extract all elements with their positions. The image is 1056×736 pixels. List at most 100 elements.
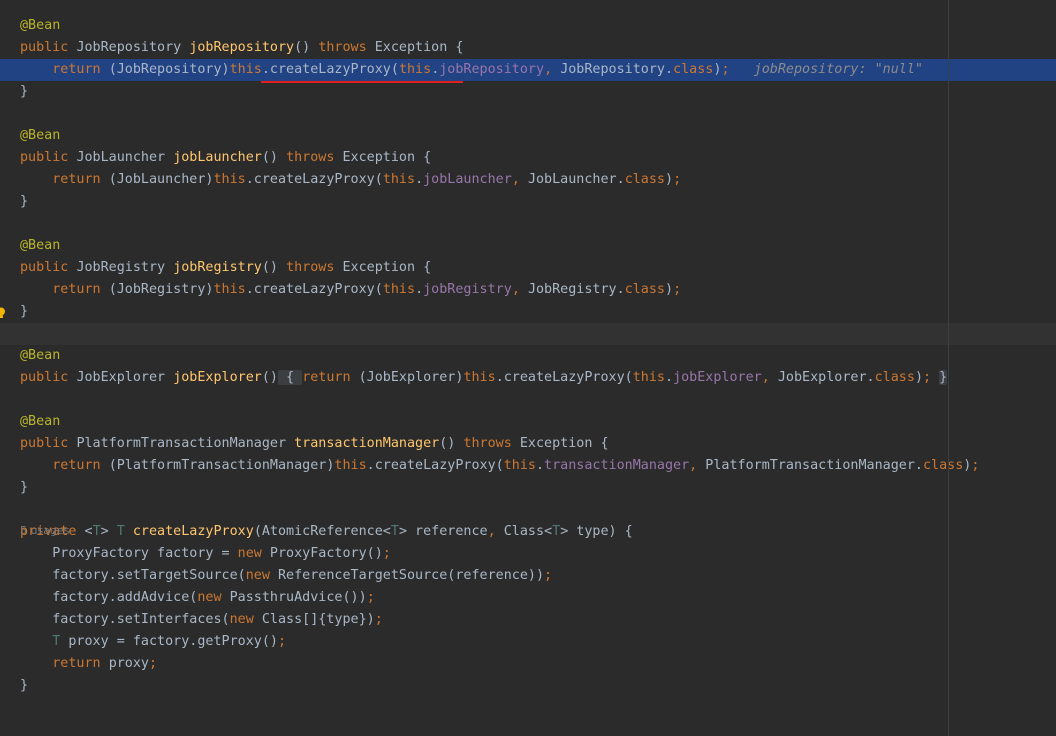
code-token: (PlatformTransactionManager) bbox=[108, 458, 335, 473]
code-token: ; bbox=[374, 612, 383, 627]
code-token: JobExplorer. bbox=[777, 370, 875, 385]
code-line[interactable]: } bbox=[0, 477, 1056, 499]
code-token: PassthruAdvice()) bbox=[229, 590, 367, 605]
code-token: PlatformTransactionManager bbox=[76, 436, 295, 451]
code-text: return (PlatformTransactionManager)this.… bbox=[20, 455, 979, 477]
code-token: this bbox=[398, 62, 432, 77]
lightbulb-icon[interactable] bbox=[0, 307, 6, 319]
code-line[interactable]: @Bean bbox=[0, 345, 1056, 367]
code-token: this bbox=[463, 370, 496, 385]
code-line[interactable]: } bbox=[0, 81, 1056, 103]
code-line[interactable]: factory.setInterfaces(new Class[]{type})… bbox=[0, 609, 1056, 631]
inline-debug-hint: jobRepository: "null" bbox=[753, 62, 923, 77]
code-line[interactable]: @Bean bbox=[0, 411, 1056, 433]
code-token: @Bean bbox=[20, 414, 61, 429]
code-token: public bbox=[20, 260, 77, 275]
code-line[interactable]: public JobLauncher jobLauncher() throws … bbox=[0, 147, 1056, 169]
code-token: @Bean bbox=[20, 128, 61, 143]
code-line[interactable]: return (JobRegistry)this.createLazyProxy… bbox=[0, 279, 1056, 301]
code-text: public JobRegistry jobRegistry() throws … bbox=[20, 257, 431, 279]
code-token: () bbox=[261, 370, 278, 385]
code-token: } bbox=[20, 480, 29, 495]
code-line[interactable]: } bbox=[0, 301, 1056, 323]
code-token: .createLazyProxy( bbox=[261, 62, 399, 77]
code-line[interactable]: public JobRegistry jobRegistry() throws … bbox=[0, 257, 1056, 279]
code-text: } bbox=[20, 81, 28, 103]
code-line[interactable]: T proxy = factory.getProxy(); bbox=[0, 631, 1056, 653]
code-token: jobRepository bbox=[439, 62, 545, 77]
code-line[interactable]: } bbox=[0, 675, 1056, 697]
code-line[interactable]: return (PlatformTransactionManager)this.… bbox=[0, 455, 1056, 477]
code-token: < bbox=[84, 524, 93, 539]
code-line[interactable]: ProxyFactory factory = new ProxyFactory(… bbox=[0, 543, 1056, 565]
code-token: jobLauncher bbox=[423, 172, 512, 187]
code-line[interactable]: private <T> T createLazyProxy(AtomicRefe… bbox=[0, 521, 1056, 543]
code-token: class bbox=[874, 370, 915, 385]
current-line[interactable]: return (JobRepository) this.createLazyPro… bbox=[0, 59, 1056, 81]
folded-code-region[interactable]: { bbox=[278, 370, 303, 385]
code-line[interactable]: public JobExplorer jobExplorer() { retur… bbox=[0, 367, 1056, 389]
code-token: ; bbox=[149, 656, 158, 671]
code-token: @Bean bbox=[20, 238, 61, 253]
code-line[interactable]: @Bean bbox=[0, 15, 1056, 37]
code-token: T bbox=[116, 524, 133, 539]
code-token: jobLauncher bbox=[173, 150, 262, 165]
code-token: transactionManager bbox=[544, 458, 690, 473]
code-token: this bbox=[632, 370, 665, 385]
caret-line[interactable] bbox=[0, 323, 1056, 345]
code-text: factory.setInterfaces(new Class[]{type})… bbox=[20, 609, 383, 631]
code-token: JobRepository bbox=[76, 40, 190, 55]
code-line[interactable]: factory.setTargetSource(new ReferenceTar… bbox=[0, 565, 1056, 587]
code-token: ; bbox=[721, 62, 730, 77]
code-token: Class< bbox=[503, 524, 553, 539]
folded-code-region[interactable]: } bbox=[939, 370, 948, 385]
code-line[interactable]: return (JobLauncher)this.createLazyProxy… bbox=[0, 169, 1056, 191]
code-token: return bbox=[52, 282, 109, 297]
code-line[interactable]: } bbox=[0, 191, 1056, 213]
code-token: return bbox=[52, 62, 109, 77]
code-text: @Bean bbox=[20, 345, 60, 367]
code-line[interactable]: factory.addAdvice(new PassthruAdvice()); bbox=[0, 587, 1056, 609]
code-text: return (JobLauncher)this.createLazyProxy… bbox=[20, 169, 681, 191]
code-token: } bbox=[20, 678, 29, 693]
code-text: } bbox=[20, 191, 28, 213]
code-text: public PlatformTransactionManager transa… bbox=[20, 433, 609, 455]
code-line[interactable]: public JobRepository jobRepository() thr… bbox=[0, 37, 1056, 59]
code-token: throws bbox=[286, 150, 343, 165]
code-token: ) bbox=[665, 172, 674, 187]
code-token: > bbox=[100, 524, 117, 539]
code-token: T bbox=[390, 524, 399, 539]
code-line[interactable]: return proxy; bbox=[0, 653, 1056, 675]
code-token: ) bbox=[665, 282, 674, 297]
code-line[interactable]: public PlatformTransactionManager transa… bbox=[0, 433, 1056, 455]
code-token: return bbox=[52, 172, 109, 187]
code-line[interactable]: @Bean bbox=[0, 235, 1056, 257]
code-token: this bbox=[382, 172, 416, 187]
code-token: factory.addAdvice( bbox=[20, 590, 198, 605]
code-token: public bbox=[20, 40, 77, 55]
code-token: ; bbox=[923, 370, 940, 385]
code-token: this bbox=[334, 458, 367, 473]
code-text: return (JobRepository) this.createLazyPro… bbox=[20, 59, 923, 81]
code-token: . bbox=[415, 172, 424, 187]
code-token: this bbox=[382, 282, 416, 297]
code-token: (JobExplorer) bbox=[358, 370, 464, 385]
code-editor[interactable]: } return proxy; T proxy = factory.getPro… bbox=[0, 0, 1056, 736]
usages-hint[interactable]: 5 usages bbox=[20, 524, 69, 537]
code-token: () bbox=[261, 260, 287, 275]
code-text: public JobRepository jobRepository() thr… bbox=[20, 37, 463, 59]
code-token: (JobRepository) bbox=[108, 62, 230, 77]
code-token: .createLazyProxy( bbox=[245, 282, 383, 297]
code-token: ) bbox=[914, 370, 923, 385]
code-token: return bbox=[52, 656, 109, 671]
code-token: jobRegistry bbox=[173, 260, 262, 275]
code-token: class bbox=[673, 62, 714, 77]
code-token: . bbox=[535, 458, 545, 473]
code-token: proxy bbox=[108, 656, 149, 671]
code-token: jobRepository bbox=[189, 40, 295, 55]
code-line[interactable]: @Bean bbox=[0, 125, 1056, 147]
code-token: ; bbox=[673, 282, 682, 297]
code-text: private <T> T createLazyProxy(AtomicRefe… bbox=[20, 521, 633, 543]
code-token: new bbox=[245, 568, 278, 583]
